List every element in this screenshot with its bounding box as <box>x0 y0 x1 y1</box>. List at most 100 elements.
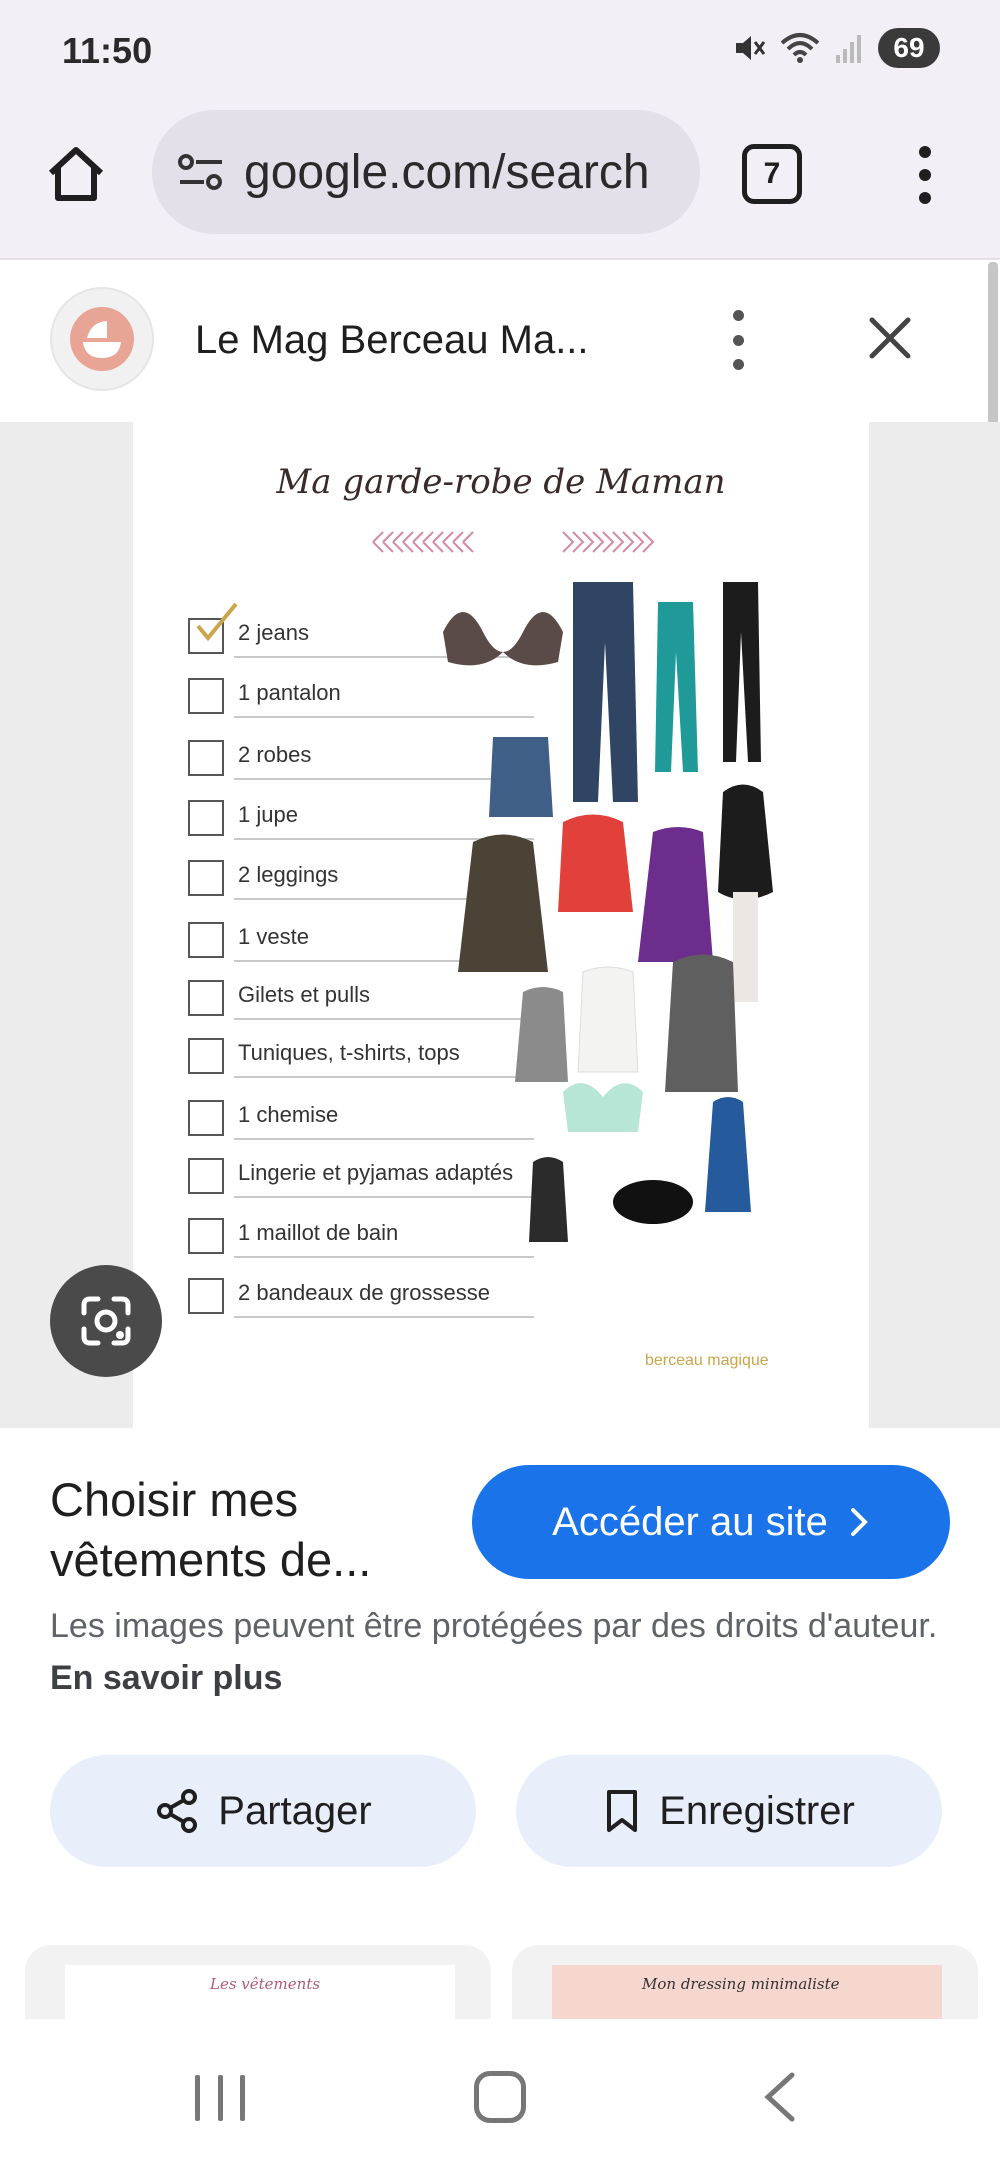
home-button[interactable] <box>40 138 112 210</box>
thumbnail-caption: Mon dressing minimaliste <box>642 1975 840 1993</box>
share-label: Partager <box>218 1788 372 1833</box>
thumbnail-preview: Mon dressing minimaliste <box>552 1965 942 2025</box>
belly-band-illustration <box>613 1180 693 1224</box>
recents-bar <box>195 2075 200 2121</box>
checklist-label: 1 chemise <box>238 1102 339 1127</box>
checklist-label: 2 jeans <box>238 620 309 645</box>
browser-menu-button[interactable] <box>900 140 950 210</box>
signal-icon <box>836 35 861 63</box>
white-blouse-illustration <box>577 966 639 1073</box>
save-button[interactable]: Enregistrer <box>516 1755 942 1867</box>
status-time: 11:50 <box>62 30 153 71</box>
purple-dress-illustration <box>638 827 713 962</box>
save-label: Enregistrer <box>659 1788 855 1833</box>
thumbnail-preview: Les vêtements <box>65 1965 455 2025</box>
mint-bra-illustration <box>563 1083 643 1132</box>
menu-dot <box>919 146 931 158</box>
back-icon[interactable] <box>760 2071 800 2123</box>
related-image[interactable]: Les vêtements <box>25 1945 491 2025</box>
image-title: Ma garde-robe de Maman <box>276 462 726 502</box>
mannequin-legs <box>733 892 758 1002</box>
system-nav-bar <box>0 2019 1000 2169</box>
url-text: google.com/search <box>244 145 650 199</box>
menu-dot <box>919 169 931 181</box>
menu-dot <box>919 192 931 204</box>
image-logo: berceau magique <box>645 1352 769 1369</box>
result-title[interactable]: Choisir mes vêtements de... <box>50 1470 470 1590</box>
checkbox <box>188 800 224 836</box>
jeans-illustration <box>573 582 638 802</box>
source-header: Le Mag Berceau Ma... <box>0 262 1000 422</box>
skirt-illustration <box>489 737 553 817</box>
mute-icon <box>736 36 766 60</box>
bookmark-icon <box>607 1790 638 1832</box>
share-icon <box>157 1789 198 1833</box>
checklist-label: 2 leggings <box>238 862 339 887</box>
nav-home-button[interactable] <box>474 2071 526 2123</box>
source-more-button[interactable] <box>722 310 754 370</box>
checkbox <box>188 1038 224 1074</box>
red-jacket-illustration <box>558 814 633 912</box>
share-button[interactable]: Partager <box>50 1755 476 1867</box>
black-dress-illustration <box>718 784 773 900</box>
floral-top-illustration <box>529 1157 568 1242</box>
image-viewer[interactable]: Ma garde-robe de Maman 2 jeans 1 pantalo… <box>0 422 1000 1428</box>
recents-button[interactable] <box>195 2075 245 2121</box>
recents-bar <box>240 2075 245 2121</box>
more-dot <box>732 334 744 346</box>
checklist-label: 1 maillot de bain <box>238 1220 399 1245</box>
checkbox <box>188 1100 224 1136</box>
grey-cardigan-illustration <box>665 954 738 1092</box>
close-icon[interactable] <box>860 308 920 368</box>
checklist-label: Gilets et pulls <box>238 982 371 1007</box>
copyright-notice: Les images peuvent être protégées par de… <box>50 1600 950 1704</box>
checklist-label: 1 jupe <box>238 802 298 827</box>
tab-switcher-button[interactable]: 7 <box>742 144 802 204</box>
home-icon <box>48 147 104 201</box>
checkbox <box>188 678 224 714</box>
checklist-label: 1 pantalon <box>238 680 341 705</box>
status-bar: 11:50 69 <box>0 0 1000 100</box>
copyright-text: Les images peuvent être protégées par de… <box>50 1607 938 1645</box>
recents-bar <box>217 2075 223 2121</box>
url-field[interactable]: google.com/search <box>152 110 700 234</box>
browser-toolbar: google.com/search 7 <box>0 100 1000 260</box>
lens-icon <box>81 1296 131 1346</box>
google-lens-button[interactable] <box>50 1265 162 1377</box>
checklist-label: 2 robes <box>238 742 312 767</box>
clothing-illustrations <box>443 582 773 1242</box>
site-settings-icon[interactable] <box>176 152 226 192</box>
wifi-icon <box>780 33 820 63</box>
leather-jacket-illustration <box>458 834 548 972</box>
grey-tank-illustration <box>515 987 568 1082</box>
checkbox <box>188 980 224 1016</box>
source-title[interactable]: Le Mag Berceau Ma... <box>195 318 589 363</box>
chevron-right-icon <box>850 1508 868 1536</box>
bra-illustration <box>443 612 563 666</box>
more-dot <box>732 310 744 321</box>
denim-dress-illustration <box>705 1097 751 1212</box>
related-image[interactable]: Mon dressing minimaliste <box>512 1945 978 2025</box>
status-icons: 69 <box>732 28 940 68</box>
source-avatar <box>50 287 154 391</box>
learn-more-link[interactable]: En savoir plus <box>50 1659 282 1697</box>
checkbox <box>188 740 224 776</box>
leggings-illustration <box>723 582 761 762</box>
visit-site-button[interactable]: Accéder au site <box>472 1465 950 1579</box>
visit-site-label: Accéder au site <box>552 1499 828 1544</box>
checkbox <box>188 1218 224 1254</box>
thumbnail-caption: Les vêtements <box>210 1975 321 1993</box>
battery-icon: 69 <box>878 28 940 68</box>
site-logo-icon <box>70 307 134 371</box>
checkbox <box>188 1278 224 1314</box>
checkmark-icon <box>196 602 238 642</box>
checklist-label: Tuniques, t-shirts, tops <box>238 1040 460 1065</box>
teal-jeans-illustration <box>655 602 698 772</box>
more-dot <box>732 359 744 370</box>
result-image[interactable]: Ma garde-robe de Maman 2 jeans 1 pantalo… <box>133 422 869 1428</box>
decorative-chevrons <box>372 531 655 553</box>
checkbox <box>188 1158 224 1194</box>
checklist-label: 1 veste <box>238 924 309 949</box>
checkbox <box>188 860 224 896</box>
checkbox <box>188 922 224 958</box>
